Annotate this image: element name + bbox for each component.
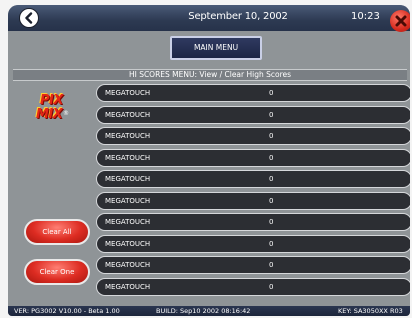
score-player-name: MEGATOUCH — [105, 240, 151, 248]
score-row: MEGATOUCH 0 — [96, 235, 410, 253]
score-row: MEGATOUCH 0 — [96, 170, 410, 188]
score-row: MEGATOUCH 0 — [96, 256, 410, 274]
score-player-name: MEGATOUCH — [105, 132, 151, 140]
back-arrow-icon — [25, 12, 33, 24]
score-value: 0 — [269, 132, 274, 140]
menu-title: HI SCORES MENU: View / Clear High Scores — [13, 69, 407, 81]
score-player-name: MEGATOUCH — [105, 218, 151, 226]
close-button[interactable] — [390, 10, 410, 32]
time-display: 10:23 — [351, 11, 380, 22]
score-value: 0 — [269, 283, 274, 291]
clear-all-button[interactable]: Clear All — [24, 219, 90, 245]
top-bar: September 10, 2002 10:23 — [8, 5, 410, 32]
back-button[interactable] — [19, 8, 39, 28]
score-row: MEGATOUCH 0 — [96, 213, 410, 231]
score-value: 0 — [269, 240, 274, 248]
footer-status-bar: VER: PG3002 V10.00 - Beta 1.00 BUILD: Se… — [8, 306, 410, 316]
registered-mark: ® — [63, 110, 69, 117]
score-row: MEGATOUCH 0 — [96, 278, 410, 296]
date-display: September 10, 2002 — [188, 11, 288, 22]
key-info: KEY: SA3050XX R03 — [338, 307, 403, 315]
score-row: MEGATOUCH 0 — [96, 127, 410, 145]
score-value: 0 — [269, 89, 274, 97]
version-info: VER: PG3002 V10.00 - Beta 1.00 — [14, 307, 120, 315]
pix-mix-logo: PIX MIX — [36, 93, 84, 125]
score-player-name: MEGATOUCH — [105, 283, 151, 291]
score-player-name: MEGATOUCH — [105, 175, 151, 183]
game-screen: September 10, 2002 10:23 MAIN MENU HI SC… — [8, 5, 410, 316]
close-x-icon — [395, 15, 407, 27]
score-value: 0 — [269, 218, 274, 226]
score-player-name: MEGATOUCH — [105, 197, 151, 205]
score-row: MEGATOUCH 0 — [96, 149, 410, 167]
score-value: 0 — [269, 154, 274, 162]
build-info: BUILD: Sep10 2002 08:16:42 — [156, 307, 251, 315]
score-player-name: MEGATOUCH — [105, 111, 151, 119]
score-value: 0 — [269, 175, 274, 183]
score-player-name: MEGATOUCH — [105, 89, 151, 97]
clear-one-button[interactable]: Clear One — [24, 259, 90, 285]
score-player-name: MEGATOUCH — [105, 154, 151, 162]
score-value: 0 — [269, 261, 274, 269]
score-row: MEGATOUCH 0 — [96, 192, 410, 210]
logo-text-top: PIX — [40, 93, 63, 108]
score-value: 0 — [269, 197, 274, 205]
main-menu-button[interactable]: MAIN MENU — [170, 36, 262, 60]
score-player-name: MEGATOUCH — [105, 261, 151, 269]
logo-text-bottom: MIX — [36, 107, 63, 122]
score-row: MEGATOUCH 0 — [96, 84, 410, 102]
score-value: 0 — [269, 111, 274, 119]
score-row: MEGATOUCH 0 — [96, 106, 410, 124]
